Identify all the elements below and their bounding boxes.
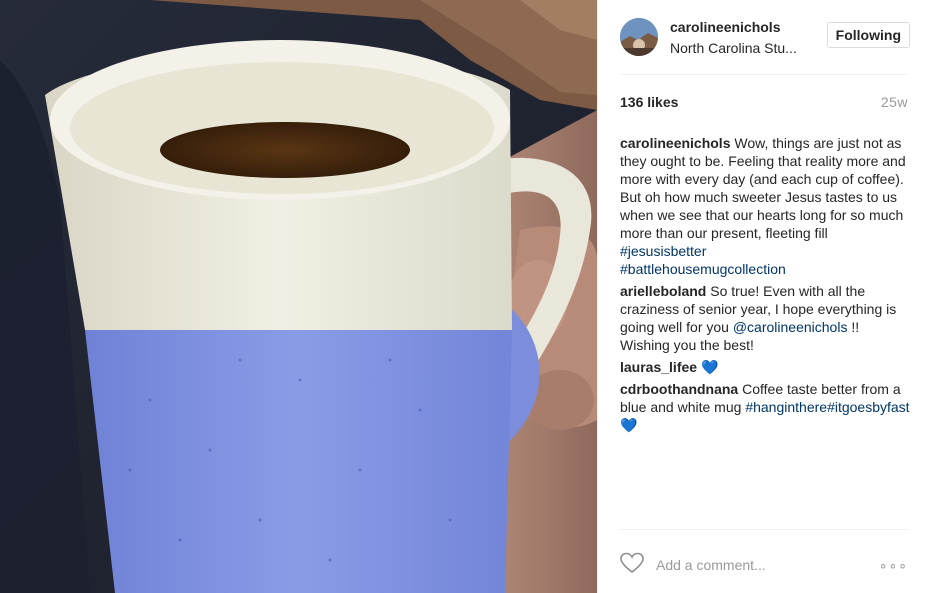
blue-heart-emoji: 💙 <box>697 359 719 375</box>
comment-username[interactable]: arielleboland <box>620 283 706 299</box>
stats-row: 136 likes 25w <box>620 94 908 110</box>
heart-outline-icon[interactable] <box>620 552 644 579</box>
comments-divider <box>620 529 908 530</box>
username[interactable]: carolineenichols <box>670 18 815 36</box>
blue-heart-emoji: 💙 <box>620 417 638 433</box>
avatar[interactable] <box>620 18 658 56</box>
likes-count[interactable]: 136 likes <box>620 94 678 110</box>
hashtag[interactable]: #itgoesbyfast <box>827 399 910 415</box>
header-divider <box>620 74 908 75</box>
comment-username[interactable]: cdrboothandnana <box>620 381 738 397</box>
hashtag[interactable]: #hanginthere <box>745 399 827 415</box>
more-options-icon[interactable]: ∘∘∘ <box>879 557 908 574</box>
heart-outline-icon-svg <box>620 552 644 573</box>
comment-input[interactable] <box>656 557 856 573</box>
comment-username[interactable]: lauras_lifee <box>620 359 697 375</box>
add-comment-row: ∘∘∘ <box>620 552 908 578</box>
post-time[interactable]: 25w <box>881 94 908 110</box>
hashtag[interactable]: #battlehousemugcollection <box>620 261 786 277</box>
post-header: carolineenichols North Carolina Stu... F… <box>620 14 910 60</box>
hashtag[interactable]: #jesusisbetter <box>620 243 706 259</box>
coffee-mug-photo <box>0 0 597 593</box>
comments-list: carolineenichols Wow, things are just no… <box>620 134 912 438</box>
caption-username[interactable]: carolineenichols <box>620 135 730 151</box>
comment-item: lauras_lifee 💙 <box>620 358 912 376</box>
header-text: carolineenichols North Carolina Stu... <box>670 18 815 57</box>
avatar-image <box>620 18 658 56</box>
caption: carolineenichols Wow, things are just no… <box>620 134 912 278</box>
post-details-panel: carolineenichols North Carolina Stu... F… <box>597 0 930 593</box>
comment-item: arielleboland So true! Even with all the… <box>620 282 912 354</box>
location[interactable]: North Carolina Stu... <box>670 39 815 57</box>
mention-link[interactable]: @carolineenichols <box>733 319 848 335</box>
following-button[interactable]: Following <box>826 22 910 48</box>
post-photo[interactable] <box>0 0 597 593</box>
instagram-post: carolineenichols North Carolina Stu... F… <box>0 0 930 593</box>
comment-item: cdrboothandnana Coffee taste better from… <box>620 380 912 434</box>
